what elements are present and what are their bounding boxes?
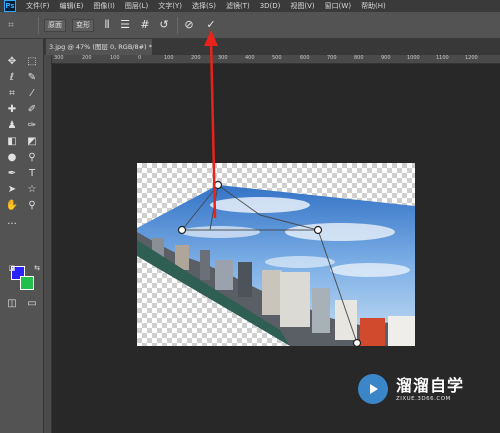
watermark: 溜溜自学 ZIXUE.3D66.COM bbox=[352, 366, 472, 412]
watermark-title: 溜溜自学 bbox=[396, 376, 465, 395]
warp-handle[interactable] bbox=[177, 225, 187, 235]
warped-city-image bbox=[137, 185, 415, 346]
warp-handle[interactable] bbox=[352, 338, 362, 348]
play-icon bbox=[358, 374, 388, 404]
warp-handle[interactable] bbox=[313, 225, 323, 235]
watermark-url: ZIXUE.3D66.COM bbox=[396, 396, 451, 402]
